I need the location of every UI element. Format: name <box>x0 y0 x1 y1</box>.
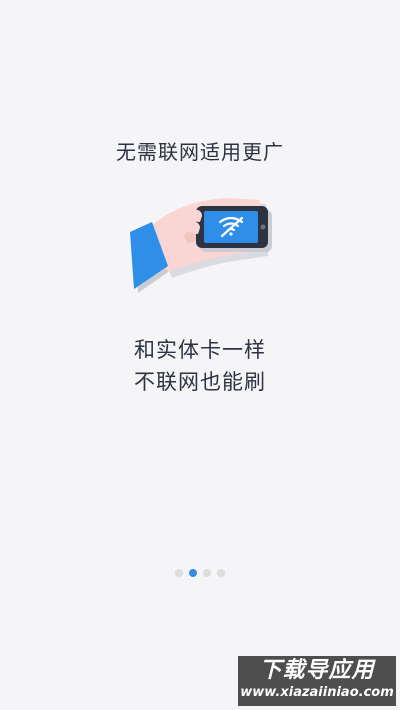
page-indicator[interactable] <box>0 569 400 577</box>
page-dot-3[interactable] <box>203 569 211 577</box>
description-line-2: 不联网也能刷 <box>134 370 266 394</box>
site-watermark: 下载导应用 www.xiazaiiniao.com <box>238 656 396 706</box>
page-dot-2-active[interactable] <box>189 569 197 577</box>
onboarding-headline: 无需联网适用更广 <box>116 140 284 164</box>
description-line-1: 和实体卡一样 <box>134 338 266 362</box>
onboarding-screen[interactable]: 无需联网适用更广 和实体卡一样 不联网也能刷 下载导应用 www.xiazaii… <box>0 0 400 710</box>
hand-holding-phone-no-wifi-icon <box>130 198 272 293</box>
page-dot-4[interactable] <box>217 569 225 577</box>
watermark-url: www.xiazaiiniao.com <box>240 685 394 700</box>
page-dot-1[interactable] <box>175 569 183 577</box>
watermark-title: 下载导应用 <box>259 658 375 683</box>
onboarding-description: 和实体卡一样 不联网也能刷 <box>0 334 400 398</box>
